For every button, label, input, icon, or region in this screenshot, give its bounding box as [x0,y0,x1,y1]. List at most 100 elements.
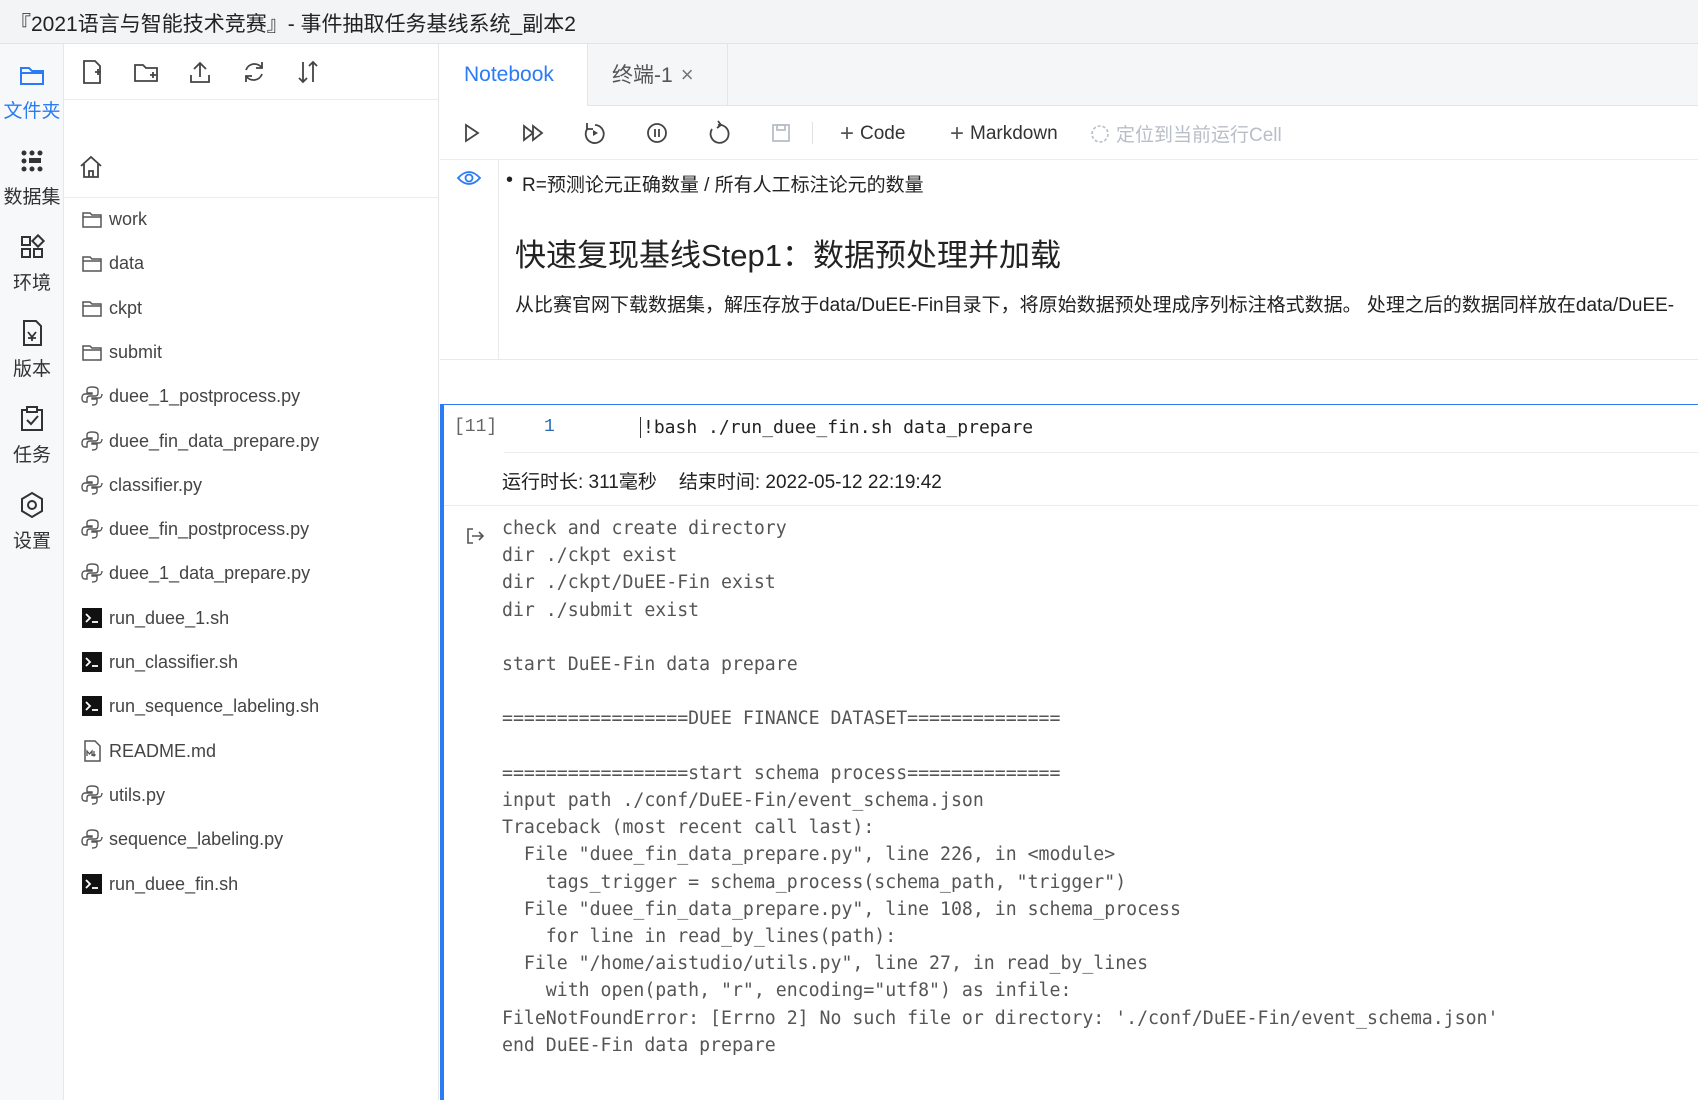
file-item[interactable]: submit [64,332,439,372]
file-name: run_sequence_labeling.sh [109,696,320,717]
file-item[interactable]: run_duee_1.sh [64,598,439,638]
sort-icon[interactable] [294,58,322,86]
python-file-icon [81,475,103,495]
folder-icon [82,256,102,273]
markdown-paragraph: 从比赛官网下载数据集，解压存放于data/DuEE-Fin目录下，将原始数据预处… [515,295,1675,316]
markdown-cell[interactable]: R=预测论元正确数量 / 所有人工标注论元的数量 快速复现基线Step1：数据预… [440,160,1698,360]
file-name: ckpt [109,297,143,318]
settings-icon [21,491,43,519]
execution-count: [11] [454,417,498,437]
file-item[interactable]: sequence_labeling.py [64,819,439,859]
nav-item-version[interactable]: 版本 [0,318,64,381]
markdown-icon [84,739,101,762]
file-item[interactable]: README.md [64,731,439,771]
nav-label-folder: 文件夹 [3,101,61,122]
file-panel: work data ckpt submit duee_1_postprocess.pyd… [64,44,439,1100]
file-name: duee_fin_postprocess.py [109,519,310,540]
file-name: sequence_labeling.py [109,829,284,850]
folder-icon [20,67,44,85]
file-name: README.md [109,740,217,761]
markdown-heading: 快速复现基线Step1：数据预处理并加载 [515,238,1062,273]
nav-item-environment[interactable]: 环境 [0,232,64,295]
restart-kernel-icon[interactable] [706,120,732,146]
output-divider [444,505,1698,506]
terminal-icon [82,607,102,628]
file-item[interactable]: duee_1_data_prepare.py [64,553,439,593]
file-item[interactable]: work [64,199,439,239]
code-cell[interactable]: [11] 1 !bash ./run_duee_fin.sh data_prep… [440,404,1698,1100]
tab-bar: Notebook 终端-1 × [440,44,1698,107]
folder-icon [82,212,102,228]
python-file-icon [81,386,103,406]
tab-terminal-label: 终端-1 [612,64,673,87]
close-icon[interactable]: × [681,44,694,106]
dataset-icon [21,150,43,172]
nav-item-dataset[interactable]: 数据集 [0,146,64,209]
breadcrumb [64,100,439,198]
file-name: duee_1_postprocess.py [109,386,301,407]
add-code-button[interactable]: + Code [840,120,905,148]
add-markdown-button[interactable]: + Markdown [950,120,1058,148]
terminal-icon [82,873,102,894]
terminal-icon [82,696,102,717]
run-time: 运行时长: 311毫秒 [502,472,657,493]
file-item[interactable]: run_duee_fin.sh [64,864,439,904]
code-editor[interactable]: 1 !bash ./run_duee_fin.sh data_prepare [504,405,1698,453]
file-item[interactable]: ckpt [64,288,439,328]
home-icon[interactable] [78,154,104,180]
markdown-bullet: R=预测论元正确数量 / 所有人工标注论元的数量 [506,169,924,197]
nav-item-folder[interactable]: 文件夹 [0,60,64,123]
python-file-icon [81,829,103,849]
upload-icon[interactable] [186,58,214,86]
nav-item-settings[interactable]: 设置 [0,490,64,553]
title-bar: 『2021语言与智能技术竞赛』- 事件抽取任务基线系统_副本2 [0,0,1698,44]
nav-item-task[interactable]: 任务 [0,404,64,467]
new-file-icon[interactable] [78,58,106,86]
save-icon[interactable] [768,120,794,146]
refresh-icon[interactable] [240,58,268,86]
terminal-icon [82,652,102,672]
line-number: 1 [544,417,555,437]
file-name: run_duee_fin.sh [109,873,239,894]
file-item[interactable]: utils.py [64,775,439,815]
environment-icon [21,233,46,258]
add-markdown-label: Markdown [970,123,1058,144]
file-name: work [109,209,148,229]
file-item[interactable]: duee_fin_data_prepare.py [64,421,439,461]
end-time: 结束时间: 2022-05-12 22:19:42 [678,472,942,493]
run-info: 运行时长: 311毫秒 结束时间: 2022-05-12 22:19:42 [502,467,942,494]
file-item[interactable]: run_sequence_labeling.sh [64,686,439,726]
file-item[interactable]: duee_fin_postprocess.py [64,509,439,549]
window-title: 『2021语言与智能技术竞赛』- 事件抽取任务基线系统_副本2 [10,13,576,36]
file-item[interactable]: run_classifier.sh [64,642,439,682]
left-nav: 文件夹 数据集 环境 版本 任务 设置 [0,44,64,1100]
file-item[interactable]: classifier.py [64,465,439,505]
restart-run-icon[interactable] [582,120,608,146]
add-code-label: Code [860,123,906,144]
plus-icon: + [950,120,965,147]
file-item[interactable]: duee_1_postprocess.py [64,376,439,416]
locate-running-cell-button[interactable]: 定位到当前运行Cell [1090,120,1282,147]
file-name: classifier.py [109,474,203,495]
file-item[interactable]: data [64,243,439,283]
tab-notebook[interactable]: Notebook [440,44,588,107]
file-name: duee_1_data_prepare.py [109,563,311,584]
run-all-icon[interactable] [520,120,546,146]
interrupt-icon[interactable] [644,120,670,146]
plus-icon: + [840,120,855,147]
output-icon[interactable] [464,525,486,547]
python-file-icon [81,563,103,584]
locate-label: 定位到当前运行Cell [1116,125,1282,146]
run-cell-icon[interactable] [458,120,484,146]
cell-gutter [498,160,499,360]
tab-terminal[interactable]: 终端-1 × [588,44,728,106]
toolbar-divider [812,122,813,144]
code-line[interactable]: !bash ./run_duee_fin.sh data_prepare [640,417,1033,438]
nav-label-environment: 环境 [12,273,51,294]
file-name: utils.py [109,784,166,805]
file-name: data [109,253,145,274]
task-icon [21,406,43,431]
eye-icon[interactable] [456,168,482,188]
new-folder-icon[interactable] [132,58,160,86]
file-name: run_duee_1.sh [109,607,230,628]
